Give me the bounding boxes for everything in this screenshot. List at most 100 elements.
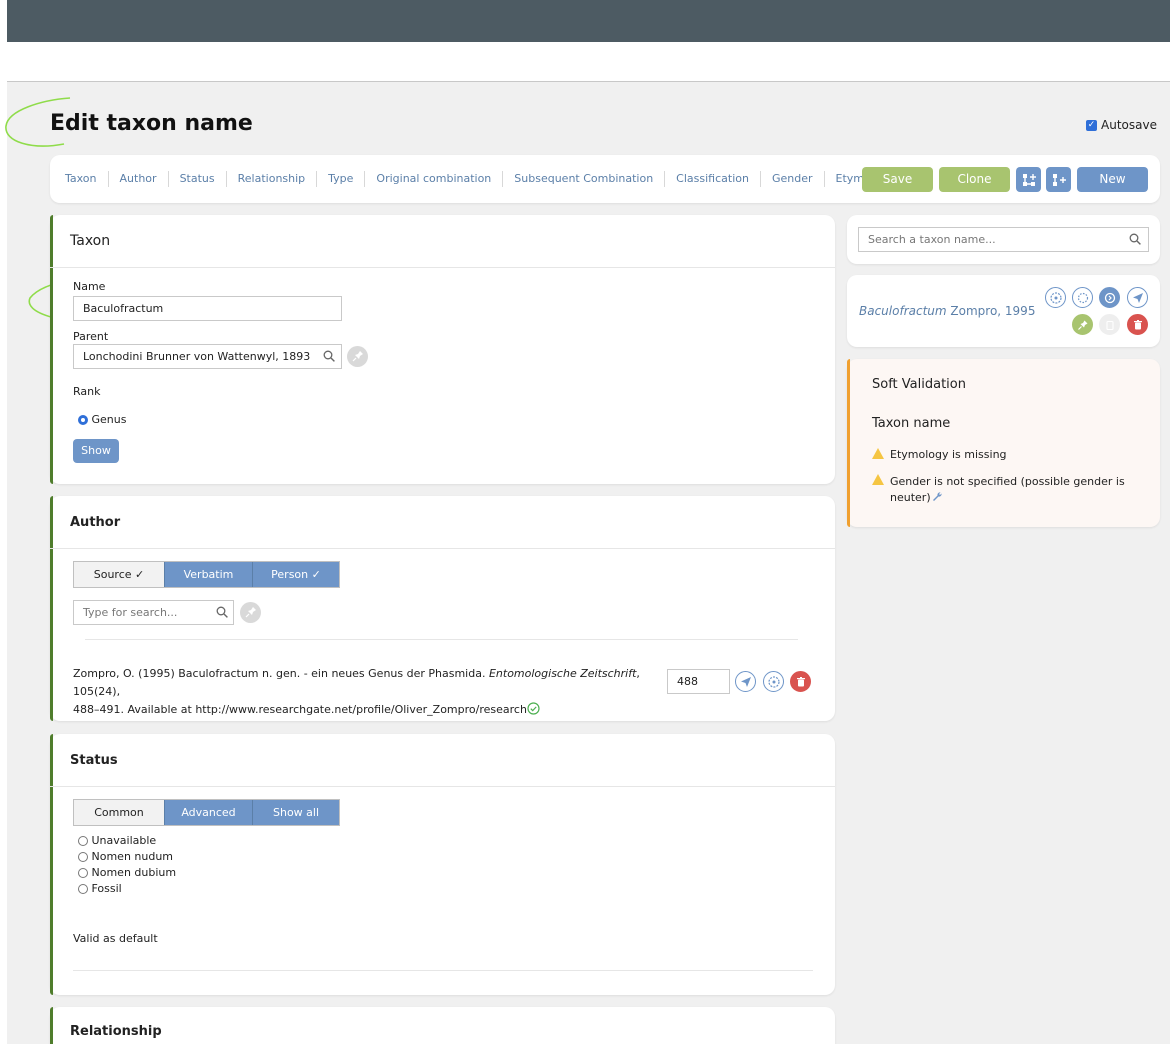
warning-etymology: Etymology is missing [872, 447, 1007, 463]
status-tab-advanced[interactable]: Advanced [164, 800, 252, 825]
status-option-unavailable[interactable]: Unavailable [78, 833, 176, 849]
rank-show-all-button[interactable]: Show all [73, 439, 119, 481]
pin-icon [1078, 320, 1088, 330]
status-card: Status Common Advanced Show all Unavaila… [50, 734, 835, 995]
author-search-input[interactable]: Type for search... [73, 600, 234, 625]
tab-gender[interactable]: Gender [761, 171, 825, 187]
radial-menu-icon [1050, 292, 1062, 304]
status-option-label: Fossil [91, 882, 122, 895]
pin-icon [352, 351, 363, 362]
rank-option-genus[interactable]: Genus [78, 413, 126, 426]
author-tab-source[interactable]: Source ✓ [74, 562, 164, 587]
goto-source-button[interactable] [735, 671, 756, 692]
author-mode-tabs: Source ✓ Verbatim Person ✓ [73, 561, 340, 588]
pin-taxon-button[interactable] [1072, 314, 1093, 335]
rank-option-label: Genus [91, 413, 127, 426]
radial-source-button[interactable] [763, 671, 784, 692]
taxon-search-input[interactable]: Search a taxon name... [858, 227, 1149, 252]
autosave-toggle[interactable]: ✓ Autosave [1086, 118, 1157, 132]
radio[interactable] [78, 836, 88, 846]
tab-classification[interactable]: Classification [665, 171, 761, 187]
divider [50, 548, 835, 549]
check-circle-icon [527, 702, 540, 715]
search-icon [1129, 233, 1141, 245]
taxon-search-card: Search a taxon name... [847, 215, 1160, 264]
dashed-circle-icon [1077, 292, 1089, 304]
status-tab-common[interactable]: Common [74, 800, 164, 825]
soft-validation-card: Soft Validation Taxon name Etymology is … [847, 359, 1160, 527]
parent-label: Parent [73, 330, 109, 343]
status-option-fossil[interactable]: Fossil [78, 881, 176, 897]
tab-status[interactable]: Status [169, 171, 227, 187]
browse-taxon-button[interactable] [1127, 287, 1148, 308]
soft-validation-subtitle: Taxon name [872, 416, 951, 431]
page-title: Edit taxon name [50, 111, 253, 136]
trash-icon [797, 677, 805, 687]
tree-branch-icon [1052, 174, 1066, 186]
radial-navigation-button[interactable] [1099, 287, 1120, 308]
clipboard-button[interactable] [1099, 314, 1120, 335]
trash-icon [1134, 320, 1142, 330]
warning-text: Etymology is missing [890, 448, 1007, 461]
citation-pages: 488–491. Available at http://www.researc… [73, 703, 527, 716]
radio[interactable] [78, 852, 88, 862]
current-taxon-author: Zompro, 1995 [950, 304, 1036, 318]
radio-selected[interactable] [78, 415, 88, 425]
pin-default-button[interactable] [240, 602, 261, 623]
divider [50, 786, 835, 787]
remove-source-button[interactable] [790, 671, 811, 692]
tab-type[interactable]: Type [317, 171, 366, 187]
author-tab-person[interactable]: Person ✓ [252, 562, 339, 587]
citation-page-input[interactable]: 488 [667, 669, 730, 694]
status-option-nomen-dubium[interactable]: Nomen dubium [78, 865, 176, 881]
wrench-icon[interactable] [931, 491, 943, 503]
status-options: Unavailable Nomen nudum Nomen dubium Fos… [78, 833, 176, 897]
new-button[interactable]: New [1077, 167, 1148, 192]
tab-author[interactable]: Author [109, 171, 169, 187]
source-citation: Zompro, O. (1995) Baculofractum n. gen. … [73, 665, 673, 719]
autosave-label: Autosave [1101, 118, 1157, 132]
name-input[interactable]: Baculofractum [73, 296, 342, 321]
citation-journal: Entomologische Zeitschrift [488, 667, 637, 680]
status-tab-show-all[interactable]: Show all [252, 800, 339, 825]
pin-default-button[interactable] [347, 346, 368, 367]
radio[interactable] [78, 868, 88, 878]
pin-icon [245, 607, 256, 618]
create-sibling-button[interactable] [1046, 167, 1071, 192]
status-option-label: Nomen dubium [91, 866, 177, 879]
radio[interactable] [78, 884, 88, 894]
warning-text-continued: neuter) [890, 491, 931, 504]
clone-button[interactable]: Clone [939, 167, 1010, 192]
tab-subsequent-combination[interactable]: Subsequent Combination [503, 171, 666, 187]
taxon-card: Taxon Name Baculofractum Parent Lonchodi… [50, 215, 835, 484]
status-option-label: Unavailable [91, 834, 157, 847]
author-card-title: Author [70, 515, 121, 530]
search-icon [216, 606, 228, 618]
delete-taxon-button[interactable] [1127, 314, 1148, 335]
tab-original-combination[interactable]: Original combination [365, 171, 504, 187]
current-taxon-card: Baculofractum Zompro, 1995 [847, 275, 1160, 347]
status-default-note: Valid as default [73, 932, 158, 945]
radial-annotator-button[interactable] [1045, 287, 1066, 308]
relationship-card: Relationship [50, 1007, 835, 1044]
current-taxon-name: Baculofractum [859, 304, 947, 318]
divider [85, 639, 798, 640]
section-tabs: Taxon Author Status Relationship Type Or… [50, 155, 905, 203]
tab-taxon[interactable]: Taxon [54, 171, 109, 187]
status-option-nomen-nudum[interactable]: Nomen nudum [78, 849, 176, 865]
autosave-checkbox[interactable]: ✓ [1086, 119, 1097, 131]
tree-add-icon [1022, 174, 1036, 186]
create-child-button[interactable] [1016, 167, 1041, 192]
radial-object-button[interactable] [1072, 287, 1093, 308]
save-button[interactable]: Save [862, 167, 933, 192]
author-tab-verbatim[interactable]: Verbatim [164, 562, 252, 587]
current-taxon-link[interactable]: Baculofractum Zompro, 1995 [859, 304, 1035, 318]
name-label: Name [73, 280, 106, 293]
search-icon [323, 350, 335, 362]
status-option-label: Nomen nudum [91, 850, 174, 863]
parent-input[interactable]: Lonchodini Brunner von Wattenwyl, 1893 [73, 344, 342, 369]
tab-relationship[interactable]: Relationship [227, 171, 318, 187]
compass-icon [1104, 292, 1116, 304]
navigate-icon [1133, 293, 1143, 303]
rank-label: Rank [73, 385, 101, 398]
